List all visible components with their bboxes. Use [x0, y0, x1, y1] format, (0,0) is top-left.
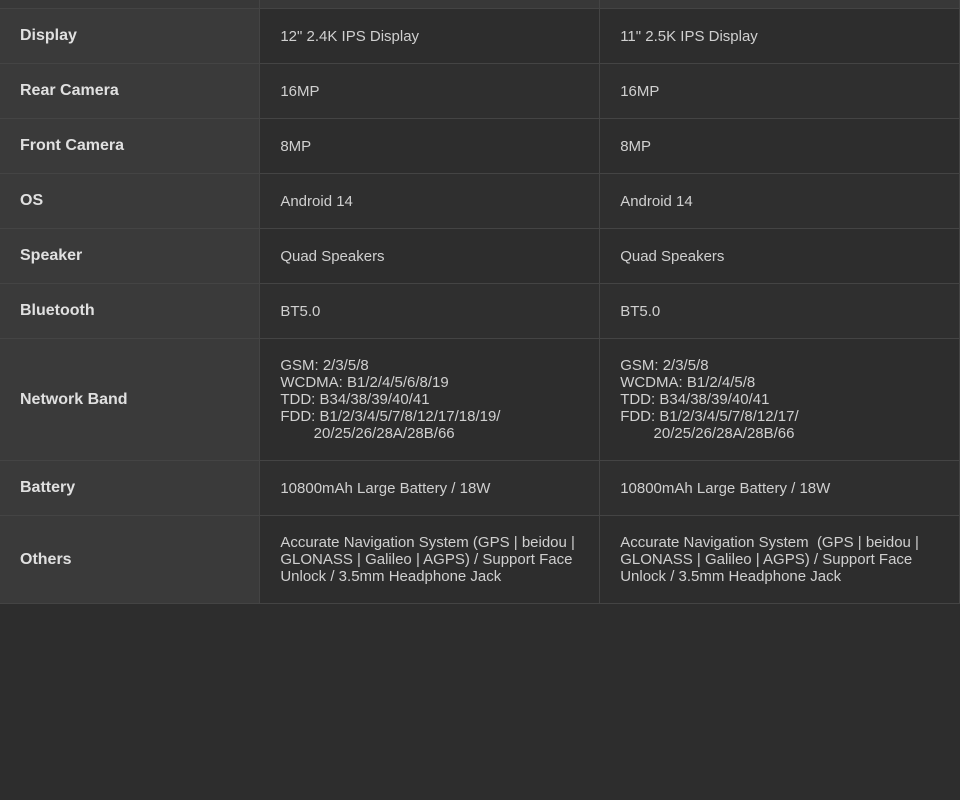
value1-display: 12" 2.4K IPS Display	[260, 9, 600, 64]
row-rear-camera: Rear Camera16MP16MP	[0, 64, 960, 119]
label-speaker: Speaker	[0, 229, 260, 284]
value1-speaker: Quad Speakers	[260, 229, 600, 284]
row-os: OSAndroid 14Android 14	[0, 174, 960, 229]
value1-battery: 10800mAh Large Battery / 18W	[260, 461, 600, 516]
value2-rear-camera: 16MP	[600, 64, 960, 119]
label-rear-camera: Rear Camera	[0, 64, 260, 119]
value2-front-camera: 8MP	[600, 119, 960, 174]
top-divider-row	[0, 0, 960, 9]
row-front-camera: Front Camera8MP8MP	[0, 119, 960, 174]
label-network-band: Network Band	[0, 339, 260, 461]
value2-network-band: GSM: 2/3/5/8 WCDMA: B1/2/4/5/8 TDD: B34/…	[600, 339, 960, 461]
row-speaker: SpeakerQuad SpeakersQuad Speakers	[0, 229, 960, 284]
value1-front-camera: 8MP	[260, 119, 600, 174]
value2-others: Accurate Navigation System (GPS | beidou…	[600, 516, 960, 604]
label-bluetooth: Bluetooth	[0, 284, 260, 339]
label-display: Display	[0, 9, 260, 64]
label-battery: Battery	[0, 461, 260, 516]
value1-network-band: GSM: 2/3/5/8 WCDMA: B1/2/4/5/6/8/19 TDD:…	[260, 339, 600, 461]
value2-speaker: Quad Speakers	[600, 229, 960, 284]
row-network-band: Network BandGSM: 2/3/5/8 WCDMA: B1/2/4/5…	[0, 339, 960, 461]
row-others: OthersAccurate Navigation System (GPS | …	[0, 516, 960, 604]
value2-display: 11" 2.5K IPS Display	[600, 9, 960, 64]
value2-os: Android 14	[600, 174, 960, 229]
value2-bluetooth: BT5.0	[600, 284, 960, 339]
value1-bluetooth: BT5.0	[260, 284, 600, 339]
comparison-table: Display12" 2.4K IPS Display11" 2.5K IPS …	[0, 0, 960, 604]
label-os: OS	[0, 174, 260, 229]
value1-os: Android 14	[260, 174, 600, 229]
row-battery: Battery10800mAh Large Battery / 18W10800…	[0, 461, 960, 516]
value1-rear-camera: 16MP	[260, 64, 600, 119]
label-others: Others	[0, 516, 260, 604]
label-front-camera: Front Camera	[0, 119, 260, 174]
row-bluetooth: BluetoothBT5.0BT5.0	[0, 284, 960, 339]
row-display: Display12" 2.4K IPS Display11" 2.5K IPS …	[0, 9, 960, 64]
value2-battery: 10800mAh Large Battery / 18W	[600, 461, 960, 516]
value1-others: Accurate Navigation System (GPS | beidou…	[260, 516, 600, 604]
